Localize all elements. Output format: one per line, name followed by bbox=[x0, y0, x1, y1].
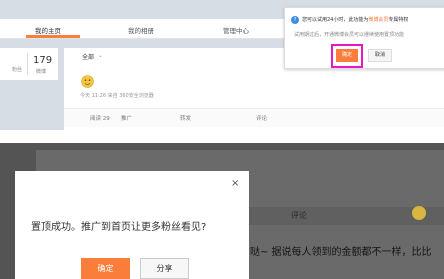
active-tab-indicator bbox=[26, 35, 80, 38]
forward-button[interactable]: 转发 bbox=[180, 114, 191, 122]
stat-label-fans: 粉丝 bbox=[12, 67, 23, 73]
dialog-confirm-button[interactable]: 确定 bbox=[81, 258, 130, 279]
tab-my-homepage[interactable]: 我的主页 bbox=[35, 25, 61, 35]
stat-value-weibo[interactable]: 179 bbox=[33, 55, 52, 66]
dimmed-post-text: 哒~ 据说每人领到的金额都不一样，比比 bbox=[250, 247, 432, 258]
feed-filter-dropdown[interactable]: 全部 bbox=[82, 52, 94, 61]
post-timestamp-source: 今天 11:26 来自 360安全浏览器 bbox=[80, 93, 154, 99]
popover-confirm-button[interactable]: 确定 bbox=[336, 49, 358, 62]
popover-cancel-button[interactable]: 取消 bbox=[368, 49, 392, 62]
stats-divider bbox=[27, 53, 28, 75]
dimmed-comment-label: 评论 bbox=[291, 211, 307, 220]
read-count: 阅读 29 bbox=[90, 116, 110, 122]
popover-message: 您可以试用24小时，此功能为微博会员专属特权 bbox=[302, 17, 409, 23]
tab-my-album[interactable]: 我的相册 bbox=[128, 25, 154, 35]
promote-button[interactable]: 推广 bbox=[121, 114, 132, 122]
info-icon: ? bbox=[291, 16, 299, 24]
dimmed-emoji-icon bbox=[412, 206, 426, 220]
comment-button[interactable]: 评论 bbox=[256, 114, 267, 122]
dialog-share-button[interactable]: 分享 bbox=[140, 258, 189, 279]
emoji-face-icon bbox=[81, 75, 94, 88]
stat-label-weibo: 微博 bbox=[36, 69, 47, 75]
tab-management-center[interactable]: 管理中心 bbox=[223, 25, 249, 35]
vip-member-link[interactable]: 微博会员 bbox=[368, 17, 388, 23]
dialog-message: 置顶成功。推广到首页让更多粉丝看见? bbox=[31, 222, 207, 233]
close-icon[interactable]: × bbox=[231, 178, 239, 189]
popover-submessage: 试用期过后，开通微博会员可以继续使用置顶功能 bbox=[294, 32, 405, 38]
chevron-down-icon[interactable]: ⌄ bbox=[98, 52, 103, 59]
